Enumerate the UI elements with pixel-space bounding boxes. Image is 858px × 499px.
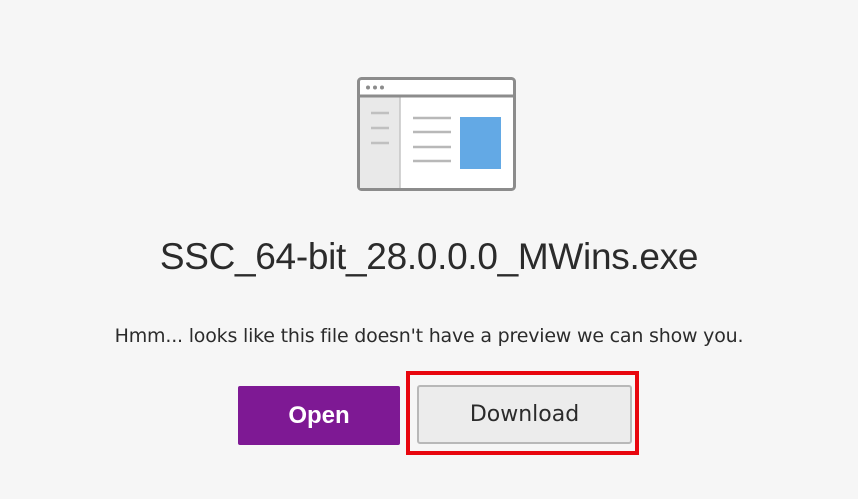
no-preview-message: Hmm... looks like this file doesn't have…: [114, 325, 744, 347]
file-preview-panel: SSC_64-bit_28.0.0.0_MWins.exe Hmm... loo…: [0, 0, 858, 499]
file-preview-placeholder-icon: [357, 77, 516, 191]
open-button[interactable]: Open: [238, 386, 400, 445]
file-name: SSC_64-bit_28.0.0.0_MWins.exe: [159, 236, 699, 277]
download-button[interactable]: Download: [417, 385, 632, 444]
